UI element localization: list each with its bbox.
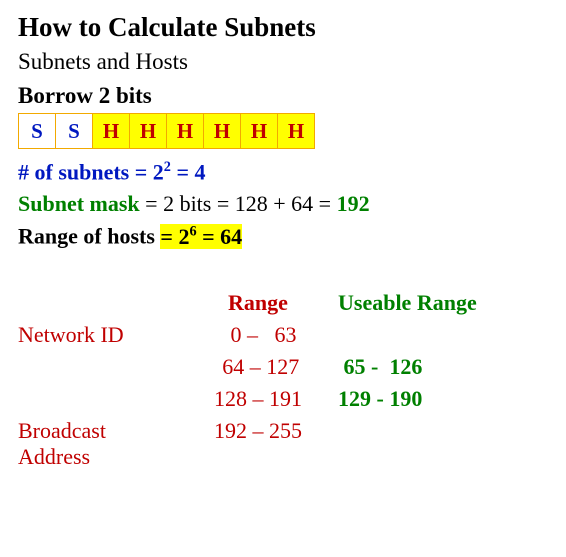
range-table: Range Useable Range Network ID 0 – 63 64… bbox=[18, 290, 548, 470]
text: = 2 bits = 128 + 64 = bbox=[140, 191, 337, 216]
useable-cell: 129 - 190 bbox=[338, 386, 498, 412]
page-title: How to Calculate Subnets bbox=[18, 12, 548, 43]
text: = 2 bbox=[160, 224, 189, 249]
bit-cell: H bbox=[204, 114, 241, 149]
subnet-mask-line: Subnet mask = 2 bits = 128 + 64 = 192 bbox=[18, 191, 548, 217]
borrow-label: Borrow 2 bits bbox=[18, 83, 548, 109]
network-id-label: Network ID bbox=[18, 322, 178, 348]
useable-header: Useable Range bbox=[338, 290, 498, 316]
subtitle: Subnets and Hosts bbox=[18, 49, 548, 75]
range-cell: 192 – 255 bbox=[178, 418, 338, 444]
bit-cell: S bbox=[56, 114, 93, 149]
exponent: 2 bbox=[164, 159, 171, 175]
text: = 4 bbox=[171, 159, 206, 184]
bit-cell: H bbox=[241, 114, 278, 149]
useable-cell: 65 - 126 bbox=[338, 354, 498, 380]
range-cell: 0 – 63 bbox=[178, 322, 338, 348]
range-cell: 128 – 191 bbox=[178, 386, 338, 412]
text: = 64 bbox=[197, 224, 243, 249]
bit-cell: H bbox=[278, 114, 315, 149]
subnet-count-line: # of subnets = 22 = 4 bbox=[18, 159, 548, 185]
exponent: 6 bbox=[189, 223, 196, 239]
text: # of subnets = 2 bbox=[18, 159, 164, 184]
range-cell: 64 – 127 bbox=[178, 354, 338, 380]
label: Subnet mask bbox=[18, 191, 140, 216]
range-header: Range bbox=[178, 290, 338, 316]
bit-cell: S bbox=[19, 114, 56, 149]
bit-cell: H bbox=[130, 114, 167, 149]
broadcast-label: Broadcast Address bbox=[18, 418, 178, 470]
bit-cell: H bbox=[167, 114, 204, 149]
result: 192 bbox=[337, 191, 370, 216]
label: Range of hosts bbox=[18, 224, 160, 249]
bit-box-table: S S H H H H H H bbox=[18, 113, 315, 149]
host-range-line: Range of hosts = 26 = 64 bbox=[18, 223, 548, 249]
bit-cell: H bbox=[93, 114, 130, 149]
